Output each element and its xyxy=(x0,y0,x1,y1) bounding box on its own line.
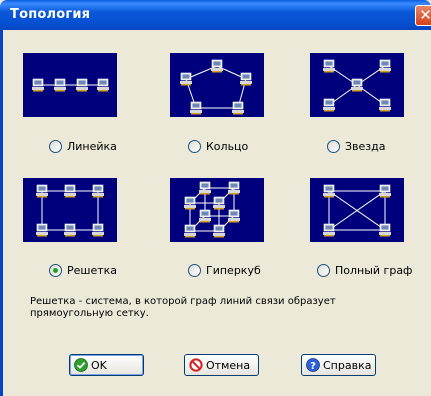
ok-button-label: OK xyxy=(91,359,107,372)
green-check-icon xyxy=(74,358,88,372)
computer-node-icon xyxy=(379,98,391,112)
computer-node-icon xyxy=(32,78,44,92)
grid-topology-diagram[interactable] xyxy=(23,178,117,242)
computer-node-icon xyxy=(323,98,335,112)
radio-button-circle[interactable] xyxy=(49,264,62,277)
title-bar[interactable]: Топология ✕ xyxy=(0,0,431,30)
ring-topology-diagram[interactable] xyxy=(170,53,264,117)
radio-selected-dot xyxy=(53,268,58,273)
radio-button-circle[interactable] xyxy=(317,264,330,277)
hypercube-topology-diagram[interactable] xyxy=(170,178,264,242)
help-button[interactable]: ? Справка xyxy=(301,354,376,376)
star-topology-diagram[interactable] xyxy=(310,53,404,117)
computer-node-icon xyxy=(379,59,391,73)
computer-node-icon xyxy=(180,72,192,86)
computer-node-icon xyxy=(97,78,109,92)
computer-node-icon xyxy=(323,223,335,237)
radio-label[interactable]: Линейка xyxy=(67,140,117,153)
computer-node-icon xyxy=(232,101,244,115)
radio-button-circle[interactable] xyxy=(327,140,340,153)
cancel-button[interactable]: Отмена xyxy=(184,354,259,376)
red-no-icon xyxy=(189,358,203,372)
complete-graph-topology-diagram[interactable] xyxy=(310,178,404,242)
radio-label[interactable]: Решетка xyxy=(67,264,117,277)
window-frame-left xyxy=(0,30,3,396)
radio-label[interactable]: Гиперкуб xyxy=(206,264,261,277)
window-title: Топология xyxy=(10,7,91,22)
computer-node-icon xyxy=(379,184,391,198)
blue-question-icon: ? xyxy=(306,358,320,372)
computer-node-icon xyxy=(36,184,48,198)
computer-node-icon xyxy=(64,184,76,198)
computer-node-icon xyxy=(323,184,335,198)
computer-node-icon xyxy=(92,184,104,198)
computer-node-icon xyxy=(184,224,196,238)
computer-node-icon xyxy=(199,181,211,195)
computer-node-icon xyxy=(351,78,363,92)
computer-node-icon xyxy=(323,59,335,73)
computer-node-icon xyxy=(211,59,223,73)
computer-node-icon xyxy=(190,101,202,115)
radio-button-circle[interactable] xyxy=(188,140,201,153)
close-icon: ✕ xyxy=(419,6,431,24)
computer-node-icon xyxy=(64,223,76,237)
radio-label[interactable]: Звезда xyxy=(345,140,386,153)
computer-node-icon xyxy=(228,209,240,223)
radio-label[interactable]: Кольцо xyxy=(206,140,248,153)
computer-node-icon xyxy=(54,78,66,92)
computer-node-icon xyxy=(36,223,48,237)
radio-button-circle[interactable] xyxy=(49,140,62,153)
radio-label[interactable]: Полный граф xyxy=(335,264,412,277)
computer-node-icon xyxy=(240,72,252,86)
linear-topology-diagram[interactable] xyxy=(23,53,117,117)
svg-text:?: ? xyxy=(310,361,316,372)
topology-description: Решетка - система, в которой граф линий … xyxy=(30,296,336,319)
computer-node-icon xyxy=(92,223,104,237)
computer-node-icon xyxy=(379,223,391,237)
help-button-label: Справка xyxy=(323,359,372,372)
computer-node-icon xyxy=(213,196,225,210)
computer-node-icon xyxy=(184,196,196,210)
radio-button-circle[interactable] xyxy=(188,264,201,277)
computer-node-icon xyxy=(76,78,88,92)
topology-dialog: Топология ✕ Линейка Кольцо Звезда Решетк… xyxy=(0,0,431,396)
close-button[interactable]: ✕ xyxy=(415,5,431,26)
computer-node-icon xyxy=(199,209,211,223)
ok-button[interactable]: OK xyxy=(69,354,144,376)
computer-node-icon xyxy=(228,181,240,195)
cancel-button-label: Отмена xyxy=(206,359,251,372)
computer-node-icon xyxy=(213,224,225,238)
